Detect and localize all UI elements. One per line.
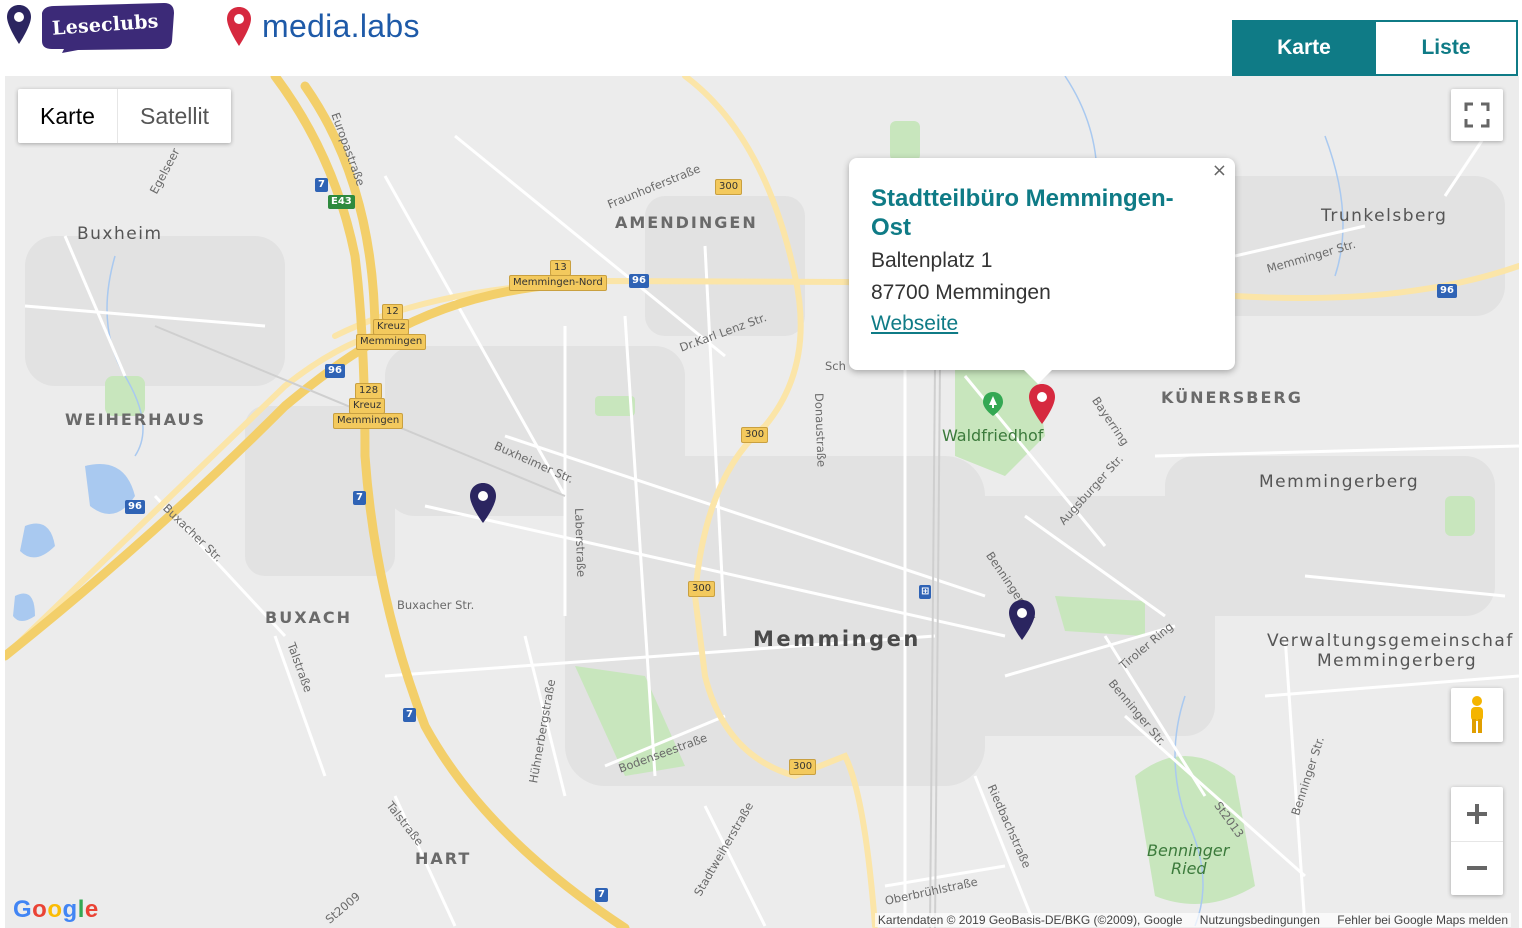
- exit-number: 13: [550, 260, 571, 276]
- tab-karte[interactable]: Karte: [1232, 20, 1376, 76]
- exit-name: Kreuz: [373, 319, 410, 335]
- fullscreen-button[interactable]: [1451, 89, 1503, 141]
- cemetery-poi-icon[interactable]: [982, 391, 1004, 417]
- street-view-pegman[interactable]: [1451, 688, 1503, 742]
- zoom-control: [1451, 787, 1503, 895]
- road-shield: 300: [688, 581, 716, 597]
- medialabs-brand: media.labs: [262, 8, 420, 44]
- map-attribution: Kartendaten © 2019 GeoBasis-DE/BKG (©200…: [874, 913, 1511, 927]
- leseclubs-pin-icon: [7, 5, 31, 44]
- street-label: Donaustraße: [812, 392, 829, 468]
- map-data-credit: Kartendaten © 2019 GeoBasis-DE/BKG (©200…: [877, 913, 1183, 927]
- pegman-icon: [1471, 696, 1483, 733]
- tab-liste[interactable]: Liste: [1376, 20, 1518, 76]
- street-label: Laberstraße: [572, 507, 589, 578]
- place-label: Benninger: [1147, 841, 1230, 860]
- place-label: AMENDINGEN: [615, 213, 758, 232]
- city-label: Memmingen: [753, 627, 921, 651]
- street-label: Sch: [825, 359, 846, 373]
- place-label: Trunkelsberg: [1321, 206, 1448, 226]
- info-window-tail: [1024, 370, 1052, 384]
- road-shield: 300: [741, 427, 769, 443]
- place-label: WEIHERHAUS: [65, 410, 206, 429]
- minus-icon: [1467, 866, 1487, 871]
- exit-number: 12: [382, 304, 403, 320]
- train-station-icon[interactable]: ⊞: [919, 585, 932, 599]
- location-marker-icon[interactable]: [1008, 599, 1036, 641]
- road-shield: 7: [595, 888, 608, 902]
- place-label: KÜNERSBERG: [1161, 388, 1303, 407]
- fullscreen-icon: [1464, 102, 1490, 128]
- road-shield: 300: [789, 759, 817, 775]
- map-type-control: Karte Satellit: [18, 89, 232, 143]
- place-label: Ried: [1171, 859, 1207, 878]
- place-label: Memmingerberg: [1259, 472, 1420, 492]
- exit-name: Memmingen-Nord: [509, 275, 607, 291]
- exit-name: Memmingen: [333, 413, 404, 429]
- map-type-satellit-button[interactable]: Satellit: [116, 89, 231, 143]
- selected-location-marker-icon[interactable]: [1028, 383, 1056, 425]
- address-street: Baltenplatz 1: [871, 249, 993, 272]
- place-label: HART: [415, 849, 472, 868]
- close-icon[interactable]: ×: [1212, 160, 1227, 181]
- location-marker-icon[interactable]: [469, 482, 497, 524]
- road-shield: 96: [325, 364, 345, 378]
- place-label: Memmingerberg: [1317, 651, 1478, 671]
- map-canvas[interactable]: Karte Satellit Buxheim AMENDINGEN Trunke…: [5, 76, 1519, 928]
- exit-name: Memmingen: [356, 334, 427, 350]
- info-window-title: Stadtteilbüro Memmingen-Ost: [871, 185, 1174, 241]
- plus-icon: [1467, 803, 1487, 824]
- info-window: × Stadtteilbüro Memmingen-Ost Baltenplat…: [849, 158, 1235, 384]
- zoom-in-button[interactable]: [1451, 787, 1503, 842]
- road-shield: 7: [353, 491, 366, 505]
- terms-link[interactable]: Nutzungsbedingungen: [1200, 913, 1320, 927]
- road-shield: 300: [715, 179, 743, 195]
- road-shield: 96: [125, 500, 145, 514]
- road-shield: 7: [403, 708, 416, 722]
- zoom-out-button[interactable]: [1451, 842, 1503, 896]
- road-shield: 96: [629, 274, 649, 288]
- road-shield: 96: [1437, 284, 1457, 298]
- poi-label: Waldfriedhof: [942, 426, 1044, 445]
- address-city: 87700 Memmingen: [871, 281, 1051, 304]
- place-label: Buxheim: [77, 224, 163, 244]
- road-shield: E43: [328, 195, 355, 209]
- map-type-karte-button[interactable]: Karte: [18, 89, 117, 143]
- place-label: BUXACH: [265, 608, 353, 627]
- header: Leseclubs media.labs Karte Liste: [0, 0, 1522, 76]
- medialabs-pin-icon: [227, 7, 251, 46]
- google-logo[interactable]: Google: [13, 896, 99, 924]
- report-error-link[interactable]: Fehler bei Google Maps melden: [1337, 913, 1508, 927]
- place-label: Verwaltungsgemeinschaf: [1267, 631, 1514, 651]
- website-link[interactable]: Webseite: [871, 312, 958, 336]
- exit-number: 128: [355, 383, 383, 399]
- exit-name: Kreuz: [349, 398, 386, 414]
- street-label: Buxacher Str.: [397, 598, 475, 612]
- view-toggle: Karte Liste: [1232, 20, 1518, 76]
- road-shield: 7: [315, 178, 328, 192]
